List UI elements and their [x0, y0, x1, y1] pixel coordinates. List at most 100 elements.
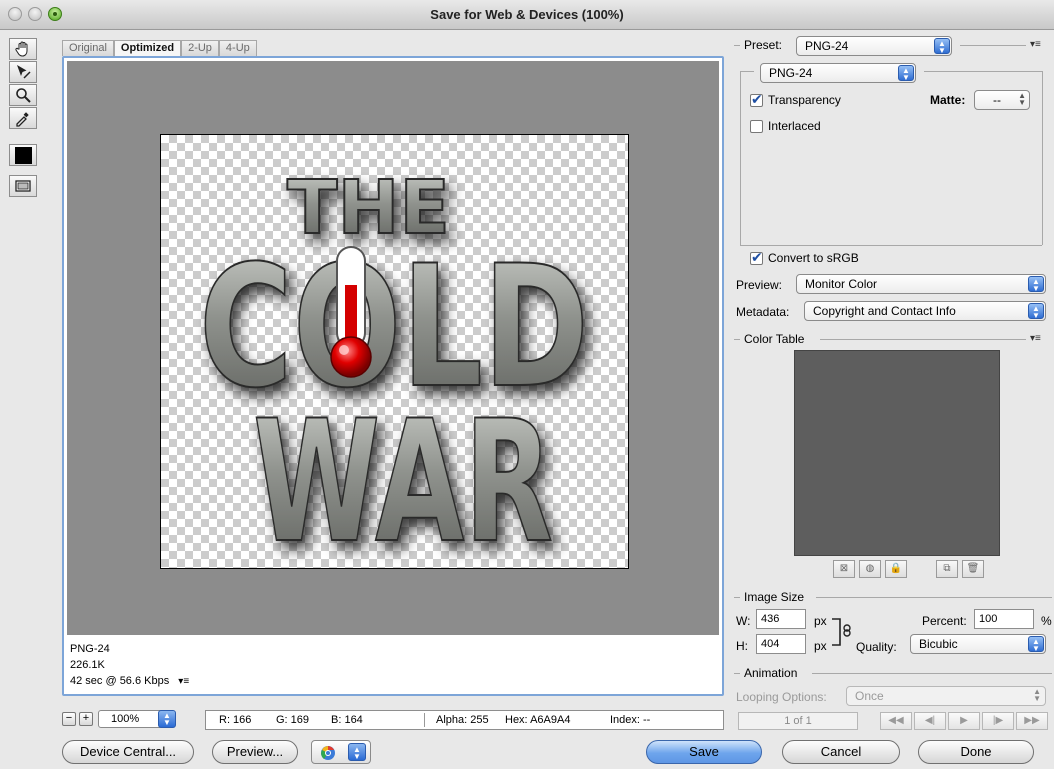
tab-2-up[interactable]: 2-Up [181, 40, 219, 56]
zoom-in-button[interactable]: + [79, 712, 93, 726]
first-frame-button[interactable]: ◀◀ [880, 712, 912, 730]
zoom-out-button[interactable]: − [62, 712, 76, 726]
preview-browser-select[interactable]: ▲ ▼ [311, 740, 371, 764]
eyedropper-icon [16, 112, 29, 127]
zoom-stepper-icon[interactable]: ▲ ▼ [158, 710, 176, 728]
image-size-line-right [816, 597, 1052, 598]
color-table-line-right [820, 339, 1026, 340]
image-size-line-left [734, 597, 740, 598]
matte-select[interactable]: -- ▲ ▼ [974, 90, 1030, 110]
device-central-button[interactable]: Device Central... [62, 740, 194, 764]
looping-arrow-icon: ▲ ▼ [1033, 687, 1041, 703]
width-unit: px [814, 614, 827, 628]
optimize-menu-icon[interactable]: ▾≡ [1030, 39, 1041, 50]
transparency-label: Transparency [768, 93, 841, 107]
preview-canvas[interactable]: THE COLD WAR [67, 61, 719, 635]
lock-color-button[interactable]: 🔒 [885, 560, 907, 578]
preset-label: Preset: [744, 38, 783, 52]
done-button[interactable]: Done [918, 740, 1034, 764]
convert-srgb-checkbox[interactable] [750, 249, 763, 266]
preview-label: Preview: [736, 278, 783, 292]
interlaced-label: Interlaced [768, 119, 821, 133]
readout-g: G: 169 [276, 714, 310, 726]
last-frame-button[interactable]: ▶▶ [1016, 712, 1048, 730]
file-format-select[interactable]: PNG-24 ▲ ▼ [760, 63, 916, 83]
trash-icon: 🗑 [966, 563, 980, 574]
zoom-level-value: 100% [111, 713, 140, 725]
readout-r: R: 166 [219, 714, 252, 726]
preview-value: Monitor Color [805, 277, 878, 291]
toggle-slices-visibility[interactable] [9, 175, 37, 197]
animation-line-left [734, 673, 740, 674]
cancel-button[interactable]: Cancel [782, 740, 900, 764]
eyedropper-color-swatch[interactable] [9, 144, 37, 166]
matte-stepper-icon: ▲ ▼ [1018, 91, 1026, 107]
preset-select-arrow-icon: ▲ ▼ [934, 38, 950, 55]
matte-value: -- [993, 93, 1001, 107]
frame-counter: 1 of 1 [738, 712, 858, 730]
slice-select-tool[interactable] [9, 61, 37, 83]
download-speed-menu-icon[interactable]: ▾≡ [178, 676, 189, 687]
web-snap-button[interactable]: ◍ [859, 560, 881, 578]
preview-select[interactable]: Monitor Color ▲ ▼ [796, 274, 1046, 294]
zoom-tool[interactable] [9, 84, 37, 106]
info-download-row: 42 sec @ 56.6 Kbps ▾≡ [70, 673, 189, 689]
logo-word-war: WAR [253, 384, 553, 569]
color-table-title: Color Table [744, 332, 805, 346]
save-button[interactable]: Save [646, 740, 762, 764]
convert-srgb-label: Convert to sRGB [768, 251, 859, 265]
lock-icon: 🔒 [889, 563, 903, 574]
eyedropper-tool[interactable] [9, 107, 37, 129]
previous-frame-icon: ◀| [924, 715, 936, 726]
format-group-border-right [1042, 71, 1043, 245]
matte-label: Matte: [930, 93, 966, 107]
new-color-icon: ⧉ [943, 563, 951, 574]
next-frame-button[interactable]: |▶ [982, 712, 1014, 730]
slice-select-icon [17, 65, 31, 79]
metadata-select[interactable]: Copyright and Contact Info ▲ ▼ [804, 301, 1046, 321]
optimization-info: PNG-24 226.1K 42 sec @ 56.6 Kbps ▾≡ [70, 641, 189, 689]
window-title: Save for Web & Devices (100%) [430, 7, 624, 22]
first-frame-icon: ◀◀ [888, 715, 904, 726]
quality-select[interactable]: Bicubic ▲ ▼ [910, 634, 1046, 654]
readout-b: B: 164 [331, 714, 363, 726]
color-table-swatches[interactable] [794, 350, 1000, 556]
quality-select-arrow-icon: ▲ ▼ [1028, 636, 1044, 653]
info-download-time: 42 sec @ 56.6 Kbps [70, 675, 170, 687]
delete-color-button[interactable]: 🗑 [962, 560, 984, 578]
preview-select-arrow-icon: ▲ ▼ [1028, 276, 1044, 293]
hand-tool[interactable] [9, 38, 37, 60]
quality-value: Bicubic [919, 637, 958, 651]
looping-options-select[interactable]: Once ▲ ▼ [846, 686, 1046, 706]
constrain-proportions-link-icon[interactable] [832, 617, 856, 647]
height-input[interactable]: 404 [756, 634, 806, 654]
readout-index: Index: -- [610, 714, 651, 726]
view-tabs: Original Optimized 2-Up 4-Up [62, 40, 257, 56]
tab-4-up[interactable]: 4-Up [218, 40, 257, 56]
transparency-checkbox[interactable] [750, 91, 763, 108]
map-transparent-icon: ⊠ [839, 563, 849, 574]
map-to-transparent-button[interactable]: ⊠ [833, 560, 855, 578]
looping-options-label: Looping Options: [736, 690, 827, 704]
interlaced-checkbox[interactable] [750, 120, 763, 133]
title-bar: Save for Web & Devices (100%) [0, 0, 1054, 30]
animation-title: Animation [744, 666, 798, 680]
tab-original[interactable]: Original [62, 40, 114, 56]
info-format: PNG-24 [70, 643, 110, 655]
height-label: H: [736, 639, 748, 653]
preset-select[interactable]: PNG-24 ▲ ▼ [796, 36, 952, 56]
tab-optimized[interactable]: Optimized [113, 40, 182, 56]
percent-sign: % [1041, 614, 1052, 628]
color-table-line-left [734, 339, 740, 340]
readout-alpha: Alpha: 255 [436, 714, 489, 726]
preview-button[interactable]: Preview... [212, 740, 298, 764]
format-group-line-left [740, 71, 754, 72]
color-table-menu-icon[interactable]: ▾≡ [1030, 333, 1041, 344]
percent-input[interactable]: 100 [974, 609, 1034, 629]
image-preview[interactable]: THE COLD WAR [160, 134, 629, 569]
play-button[interactable]: ▶ [948, 712, 980, 730]
width-input[interactable]: 436 [756, 609, 806, 629]
color-readout: R: 166 G: 169 B: 164 Alpha: 255 Hex: A6A… [205, 710, 724, 730]
previous-frame-button[interactable]: ◀| [914, 712, 946, 730]
new-color-button[interactable]: ⧉ [936, 560, 958, 578]
